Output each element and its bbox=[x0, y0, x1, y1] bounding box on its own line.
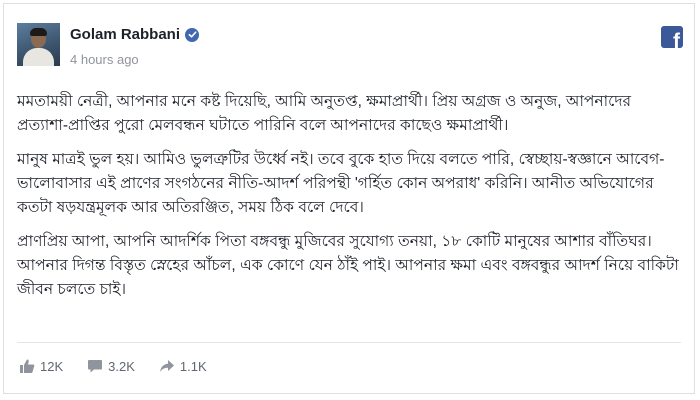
author-name[interactable]: Golam Rabbani bbox=[70, 26, 180, 43]
comment-count-value: 3.2K bbox=[108, 358, 135, 374]
avatar[interactable] bbox=[17, 23, 60, 66]
post-timestamp[interactable]: 4 hours ago bbox=[70, 52, 139, 67]
like-count[interactable]: 12K bbox=[19, 358, 63, 374]
comment-count[interactable]: 3.2K bbox=[87, 358, 135, 374]
share-count[interactable]: 1.1K bbox=[159, 358, 207, 374]
like-count-value: 12K bbox=[40, 358, 64, 374]
share-count-value: 1.1K bbox=[179, 358, 207, 374]
share-arrow-icon bbox=[159, 358, 175, 374]
thumbs-up-icon bbox=[19, 358, 35, 374]
post-author[interactable]: Golam Rabbani bbox=[70, 26, 200, 43]
facebook-logo-icon: f bbox=[661, 26, 683, 48]
post-text: মমতাময়ী নেত্রী, আপনার মনে কষ্ট দিয়েছি,… bbox=[17, 90, 685, 312]
divider bbox=[17, 342, 681, 343]
facebook-post-card: Golam Rabbani 4 hours ago f মমতাময়ী নেত… bbox=[3, 3, 695, 394]
verified-badge-icon bbox=[185, 27, 200, 42]
engagement-bar: 12K 3.2K 1.1K bbox=[19, 358, 231, 374]
comment-icon bbox=[87, 358, 103, 374]
post-paragraph: মানুষ মাত্রই ভুল হয়। আমিও ভুলত্রুটির উর… bbox=[17, 151, 665, 216]
post-paragraph: মমতাময়ী নেত্রী, আপনার মনে কষ্ট দিয়েছি,… bbox=[17, 93, 632, 134]
post-paragraph: প্রাণপ্রিয় আপা, আপনি আদর্শিক পিতা বঙ্গব… bbox=[17, 233, 679, 298]
